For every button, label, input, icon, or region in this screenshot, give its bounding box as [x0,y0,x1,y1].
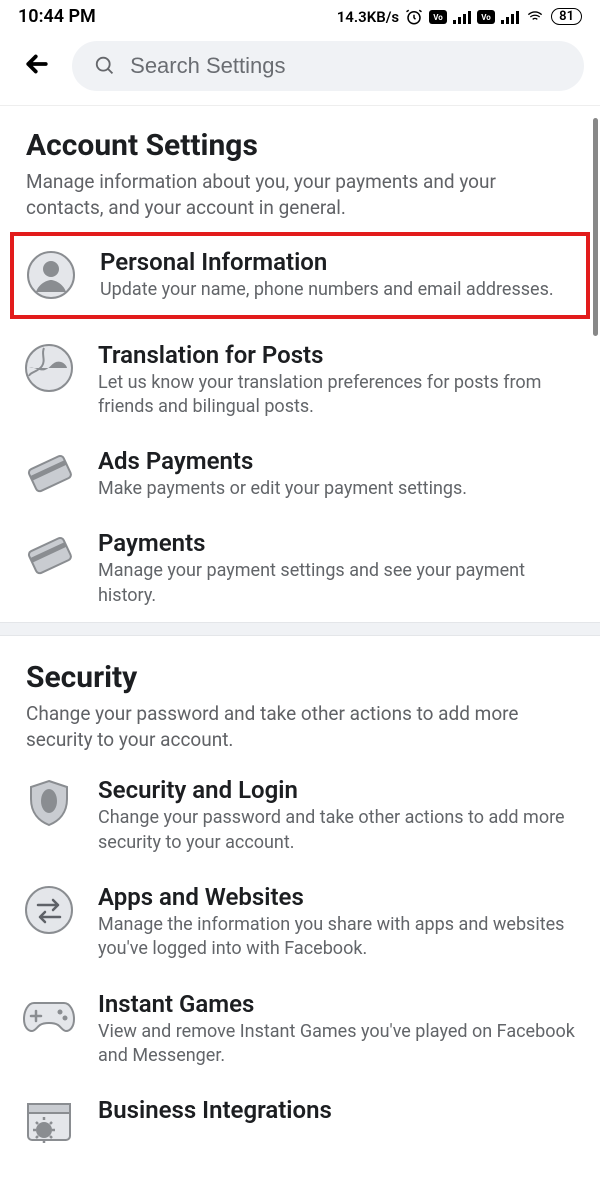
card-icon [22,529,76,583]
battery-level: 81 [551,8,582,25]
item-security-login[interactable]: Security and Login Change your password … [0,762,600,869]
item-personal-information[interactable]: Personal Information Update your name, p… [10,232,590,318]
item-title: Security and Login [98,776,578,804]
wifi-icon [525,9,545,25]
item-instant-games[interactable]: Instant Games View and remove Instant Ga… [0,976,600,1083]
volte-icon-1: Vo [429,10,447,24]
item-title: Payments [98,529,578,557]
search-icon [94,54,116,78]
section-title-account: Account Settings [26,128,574,163]
item-business-integrations[interactable]: Business Integrations [0,1082,600,1164]
item-title: Apps and Websites [98,883,578,911]
item-desc: Change your password and take other acti… [98,806,578,855]
signal-icon-2 [501,10,519,24]
item-apps-websites[interactable]: Apps and Websites Manage the information… [0,869,600,976]
search-input[interactable] [130,53,562,79]
item-ads-payments[interactable]: Ads Payments Make payments or edit your … [0,433,600,515]
status-bar: 10:44 PM 14.3KB/s Vo Vo 81 [0,0,600,31]
section-divider [0,622,600,636]
item-desc: Manage the information you share with ap… [98,913,578,962]
item-desc: Make payments or edit your payment setti… [98,477,578,501]
item-payments[interactable]: Payments Manage your payment settings an… [0,515,600,622]
browser-gear-icon [22,1096,76,1150]
swap-arrows-icon [22,883,76,937]
item-desc: Update your name, phone numbers and emai… [100,278,576,302]
item-desc: Manage your payment settings and see you… [98,559,578,608]
section-subtitle-security: Change your password and take other acti… [26,701,574,752]
scrollbar[interactable] [593,118,598,336]
card-icon [22,447,76,501]
app-header [0,31,600,106]
section-subtitle-account: Manage information about you, your payme… [26,169,574,220]
globe-icon [22,341,76,395]
svg-text:Vo: Vo [433,13,443,22]
status-speed: 14.3KB/s [337,8,399,26]
shield-icon [22,776,76,830]
section-heading-security: Security Change your password and take o… [0,636,600,762]
item-translation[interactable]: Translation for Posts Let us know your t… [0,327,600,434]
settings-scroll[interactable]: Account Settings Manage information abou… [0,106,600,1164]
status-time: 10:44 PM [18,6,96,27]
volte-icon-2: Vo [477,10,495,24]
item-title: Business Integrations [98,1096,578,1124]
person-circle-icon [24,248,78,302]
back-button[interactable] [22,49,52,83]
alarm-icon [405,8,423,26]
signal-icon-1 [453,10,471,24]
section-heading-account: Account Settings Manage information abou… [0,106,600,230]
gamepad-icon [22,990,76,1044]
item-title: Instant Games [98,990,578,1018]
search-field[interactable] [72,41,584,91]
section-title-security: Security [26,660,574,695]
status-right: 14.3KB/s Vo Vo 81 [337,8,582,26]
item-desc: Let us know your translation preferences… [98,371,578,420]
item-title: Translation for Posts [98,341,578,369]
item-desc: View and remove Instant Games you've pla… [98,1020,578,1069]
item-title: Ads Payments [98,447,578,475]
item-title: Personal Information [100,248,576,276]
svg-text:Vo: Vo [481,13,491,22]
